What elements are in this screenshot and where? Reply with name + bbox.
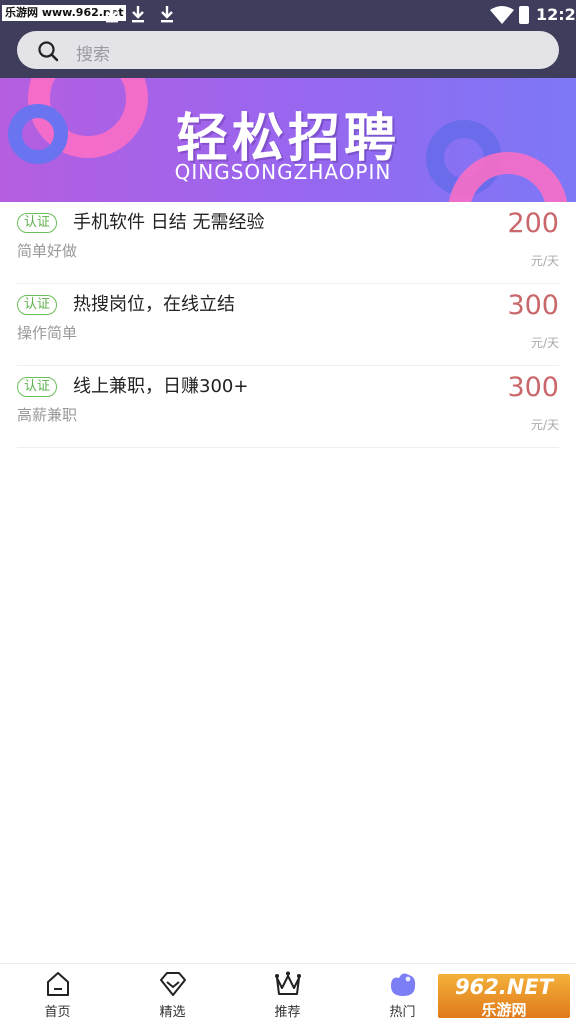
download-icon [132,6,144,23]
hot-icon [391,973,416,996]
job-title: 手机软件 日结 无需经验 [73,212,265,233]
watermark-text: 乐游网 [481,1001,527,1019]
search-icon [38,41,59,62]
tab-label: 精选 [159,1005,186,1020]
tab-featured[interactable]: 精选 [115,964,230,1025]
verified-badge: 认证 [17,377,58,397]
job-title: 线上兼职，日赚300+ [73,376,249,397]
battery-icon [519,6,529,24]
status-bar: 乐游网 www.962.net 12:29 [0,0,576,30]
job-item[interactable]: 认证 热搜岗位，在线立结 操作简单 300 元/天 [17,284,559,366]
job-item[interactable]: 认证 手机软件 日结 无需经验 简单好做 200 元/天 [17,202,559,284]
job-salary: 200 [507,208,559,239]
tab-label: 推荐 [274,1005,301,1020]
job-description: 简单好做 [17,242,78,260]
diamond-icon [160,972,186,996]
watermark-text: 962.NET [454,975,554,999]
download-icon [106,6,118,23]
verified-badge: 认证 [17,295,58,315]
salary-unit: 元/天 [530,336,559,350]
wifi-icon [490,6,514,24]
job-salary: 300 [507,372,559,403]
verified-badge: 认证 [17,213,58,233]
search-input[interactable]: 搜索 [76,40,110,65]
home-icon [47,972,69,996]
banner-subtitle: QINGSONGZHAOPIN [174,160,392,184]
tab-label: 首页 [44,1005,71,1020]
job-item[interactable]: 认证 线上兼职，日赚300+ 高薪兼职 300 元/天 [17,366,559,448]
tab-recommend[interactable]: 推荐 [230,964,345,1025]
tab-home[interactable]: 首页 [0,964,115,1025]
search-bar[interactable]: 搜索 [17,31,559,69]
salary-unit: 元/天 [530,418,559,432]
app-header: 乐游网 www.962.net 12:29 搜索 [0,0,576,78]
crown-icon [275,971,301,995]
watermark-logo: 962.NET 乐游网 [436,972,572,1020]
job-salary: 300 [507,290,559,321]
download-icon [161,6,173,23]
job-title: 热搜岗位，在线立结 [73,294,235,315]
status-time: 12:29 [536,5,576,24]
job-description: 高薪兼职 [17,406,78,424]
salary-unit: 元/天 [530,254,559,268]
banner[interactable]: 轻松招聘 QINGSONGZHAOPIN [0,78,576,202]
job-description: 操作简单 [17,324,78,342]
